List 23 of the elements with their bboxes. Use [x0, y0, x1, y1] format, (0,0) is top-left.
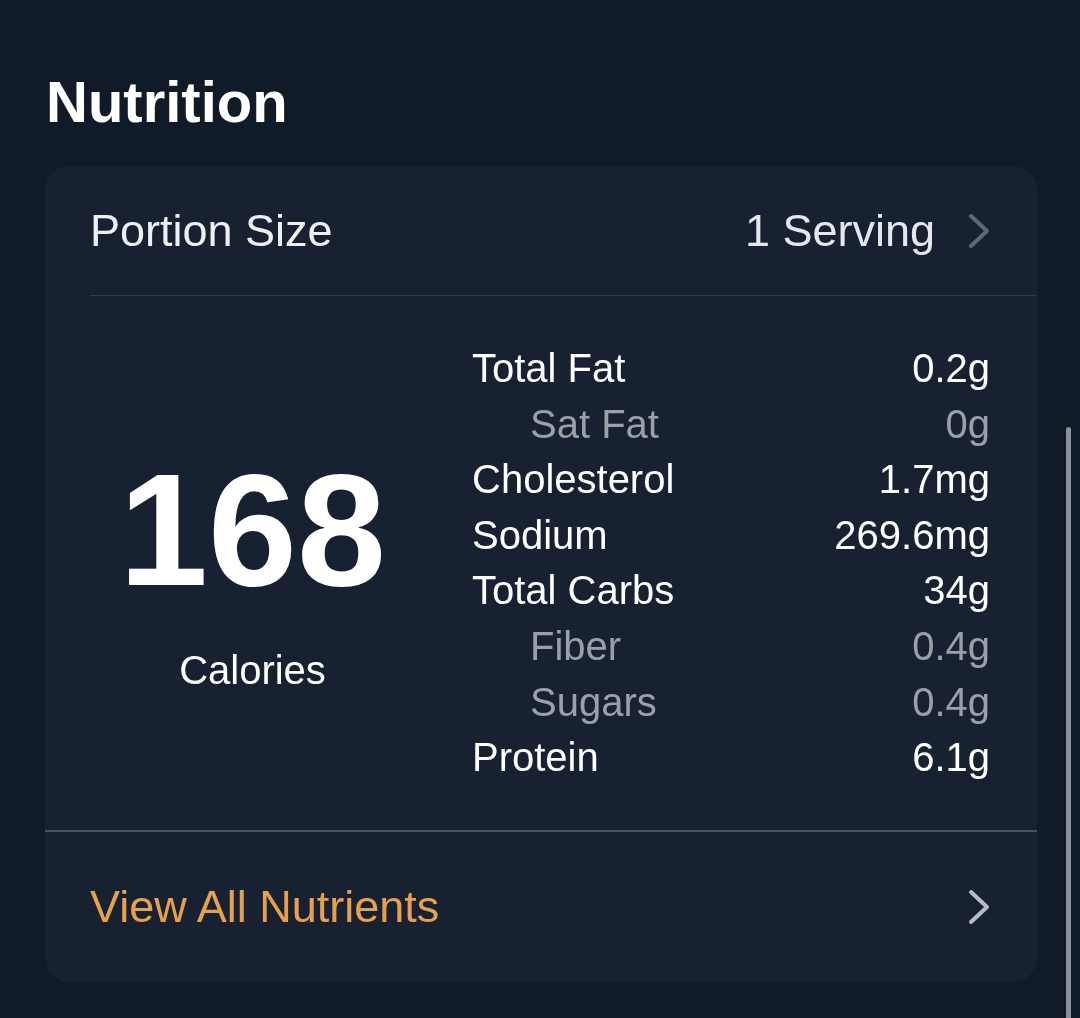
calories-value: 168	[119, 450, 386, 610]
nutrient-amount: 0.4g	[912, 622, 990, 670]
portion-size-label: Portion Size	[90, 203, 333, 258]
portion-value[interactable]: 1 Serving	[744, 203, 935, 258]
nutrient-name: Sugars	[530, 678, 657, 726]
nutrient-name: Total Carbs	[472, 567, 675, 615]
nutrient-amount: 6.1g	[912, 734, 990, 782]
section-title: Nutrition	[46, 68, 288, 136]
nutrient-name: Protein	[472, 734, 599, 782]
view-all-nutrients-link[interactable]: View All Nutrients	[90, 880, 440, 934]
nutrient-name: Sodium	[472, 511, 608, 559]
nutrient-amount: 0g	[945, 400, 990, 448]
nutrient-amount: 269.6mg	[834, 511, 990, 559]
nutrient-name: Total Fat	[472, 345, 626, 392]
nutrient-amount: 34g	[923, 567, 990, 615]
nutrient-name: Sat Fat	[530, 400, 659, 448]
nutrient-name: Fiber	[530, 622, 622, 670]
nutrient-amount: 0.2g	[912, 345, 990, 392]
nutrient-amount: 0.4g	[912, 678, 990, 726]
chevron-right-icon[interactable]	[968, 889, 990, 925]
calories-label: Calories	[179, 647, 326, 694]
nutrient-amount: 1.7mg	[878, 456, 990, 504]
nutrient-name: Cholesterol	[472, 456, 675, 504]
